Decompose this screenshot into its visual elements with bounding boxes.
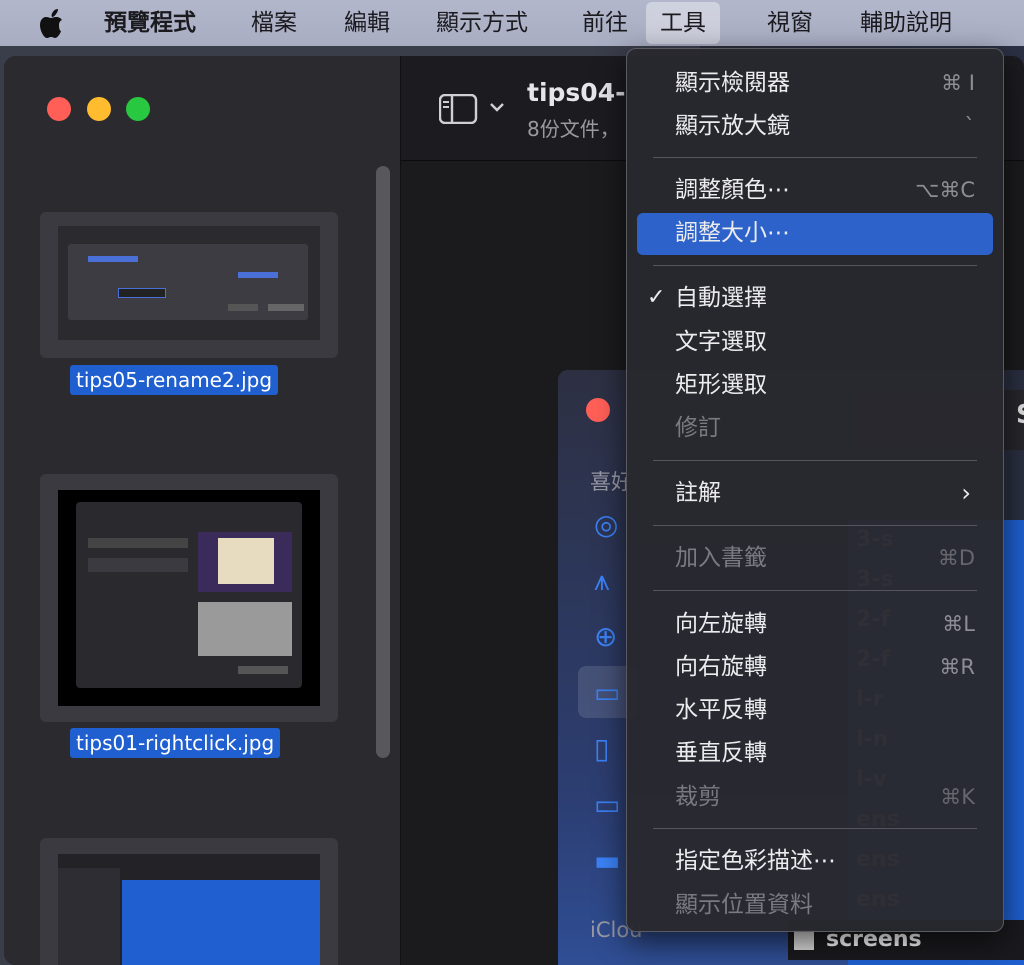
thumbnail-card[interactable] (40, 474, 338, 722)
menu-window[interactable]: 視窗 (767, 0, 813, 46)
document-subtitle: 8份文件， (527, 117, 620, 141)
menu-app-name[interactable]: 預覽程式 (104, 0, 196, 46)
downloads-icon[interactable]: ⊕ (594, 622, 624, 652)
menu-item-flip-vertical[interactable]: 垂直反轉 (637, 733, 993, 773)
thumbnail-label[interactable]: tips01-rightclick.jpg (70, 728, 281, 758)
file-icon (794, 930, 814, 950)
menu-bar: 預覽程式 檔案 編輯 顯示方式 前往 工具 視窗 輔助說明 (0, 0, 1024, 46)
menu-item-auto-select[interactable]: ✓ 自動選擇 (637, 278, 993, 318)
close-button[interactable] (47, 97, 71, 121)
document-icon[interactable]: ▯ (594, 734, 624, 764)
menu-item-shortcut: ⌘ I (941, 71, 975, 95)
thumbnail-image (58, 226, 320, 340)
menu-item-label: 矩形選取 (675, 372, 767, 398)
chevron-down-icon[interactable] (489, 102, 505, 114)
folder-icon[interactable]: ▭ (594, 678, 624, 708)
menu-item-show-location[interactable]: 顯示位置資料 (637, 885, 993, 925)
menu-item-label: 裁剪 (675, 784, 721, 810)
airdrop-icon[interactable]: ◎ (594, 510, 624, 540)
finder-header-letter: S (1016, 400, 1024, 430)
menu-separator (653, 525, 977, 526)
menu-item-shortcut: ⌥⌘C (915, 178, 975, 202)
thumbnail-card[interactable] (40, 212, 338, 358)
menu-item-label: 文字選取 (675, 329, 767, 355)
menu-item-rotate-left[interactable]: 向左旋轉 ⌘L (637, 604, 993, 644)
menu-item-flip-horizontal[interactable]: 水平反轉 (637, 690, 993, 730)
zoom-button[interactable] (126, 97, 150, 121)
menu-item-label: 指定色彩描述⋯ (675, 848, 836, 874)
sidebar-toggle-icon[interactable] (439, 94, 479, 124)
menu-item-label: 調整顏色⋯ (675, 177, 790, 203)
finder-close-button[interactable] (586, 398, 610, 422)
desktop-icon[interactable]: ▬ (594, 846, 624, 876)
menu-item-show-inspector[interactable]: 顯示檢閱器 ⌘ I (637, 63, 993, 103)
menu-item-shortcut: ⌘D (937, 546, 975, 570)
menu-view[interactable]: 顯示方式 (436, 0, 528, 46)
menu-item-adjust-color[interactable]: 調整顏色⋯ ⌥⌘C (637, 170, 993, 210)
menu-file[interactable]: 檔案 (251, 0, 297, 46)
menu-item-shortcut: ⌘K (940, 785, 975, 809)
menu-item-text-select[interactable]: 文字選取 (637, 322, 993, 362)
menu-item-adjust-size[interactable]: 調整大小⋯ (637, 213, 993, 255)
menu-item-crop[interactable]: 裁剪 ⌘K (637, 777, 993, 817)
menu-item-shortcut: ⌘R (939, 655, 975, 679)
tools-menu-dropdown: 顯示檢閱器 ⌘ I 顯示放大鏡 ` 調整顏色⋯ ⌥⌘C 調整大小⋯ ✓ 自動選擇… (626, 48, 1004, 932)
menu-item-label: 向右旋轉 (675, 654, 767, 680)
thumbnail-label[interactable]: tips05-rename2.jpg (70, 365, 279, 395)
menu-item-label: 水平反轉 (675, 697, 767, 723)
menu-item-show-magnifier[interactable]: 顯示放大鏡 ` (637, 106, 993, 146)
menu-item-rect-select[interactable]: 矩形選取 (637, 365, 993, 405)
sidebar-scrollbar[interactable] (376, 166, 390, 758)
thumbnail-image (58, 490, 320, 706)
checkmark-icon: ✓ (647, 285, 666, 310)
menu-item-redact[interactable]: 修訂 (637, 408, 993, 448)
menu-item-label: 顯示位置資料 (675, 892, 813, 918)
applications-icon[interactable]: ⩚ (594, 566, 624, 596)
menu-item-label: 垂直反轉 (675, 740, 767, 766)
apple-logo-icon[interactable] (36, 8, 70, 40)
menu-item-label: 調整大小⋯ (675, 220, 790, 246)
menu-item-add-bookmark[interactable]: 加入書籤 ⌘D (637, 538, 993, 578)
chevron-right-icon: › (961, 479, 971, 507)
menu-item-assign-profile[interactable]: 指定色彩描述⋯ (637, 841, 993, 881)
menu-item-label: 註解 (675, 480, 721, 506)
menu-help[interactable]: 輔助說明 (860, 0, 952, 46)
menu-separator (653, 828, 977, 829)
minimize-button[interactable] (87, 97, 111, 121)
menu-separator (653, 590, 977, 591)
menu-item-shortcut: ` (964, 114, 976, 138)
menu-edit[interactable]: 編輯 (344, 0, 390, 46)
thumbnail-card[interactable] (40, 838, 338, 965)
thumbnail-image (58, 854, 320, 965)
menu-item-rotate-right[interactable]: 向右旋轉 ⌘R (637, 647, 993, 687)
menu-item-label: 顯示檢閱器 (675, 70, 790, 96)
thumbnail-sidebar: tips05-rename2.jpg tips01-rightclick.jpg (4, 56, 401, 965)
menu-item-shortcut: ⌘L (942, 612, 975, 636)
menu-item-label: 向左旋轉 (675, 611, 767, 637)
menu-separator (653, 460, 977, 461)
menu-go[interactable]: 前往 (582, 0, 628, 46)
menu-separator (653, 265, 977, 266)
menu-item-label: 自動選擇 (675, 285, 767, 311)
menu-item-annotate[interactable]: 註解 › (637, 473, 993, 513)
menu-item-label: 加入書籤 (675, 545, 767, 571)
folder-icon[interactable]: ▭ (594, 790, 624, 820)
menu-item-label: 顯示放大鏡 (675, 113, 790, 139)
menu-tools[interactable]: 工具 (646, 2, 720, 44)
menu-separator (653, 157, 977, 158)
menu-item-label: 修訂 (675, 415, 721, 441)
document-title: tips04- (527, 78, 626, 107)
